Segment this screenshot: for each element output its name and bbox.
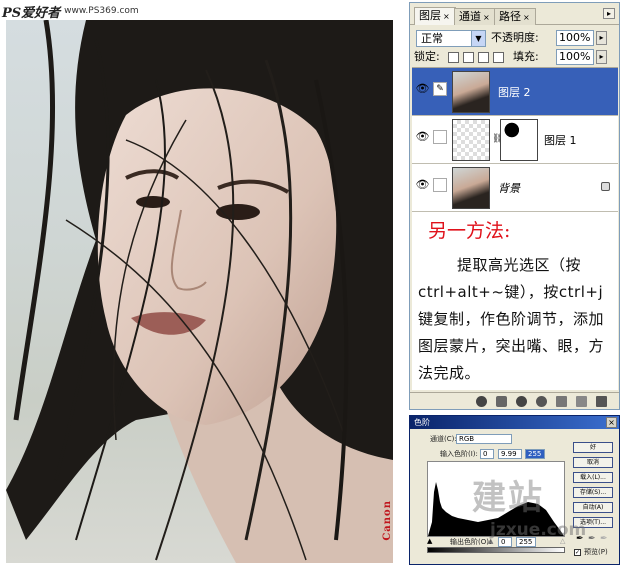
portrait-photo: Canon — [6, 20, 393, 563]
instruction-note: 另一方法: 提取高光选区（按ctrl+alt+~键），按ctrl+j键复制，作色… — [412, 212, 618, 390]
site-logo: PS爱好者 — [2, 5, 61, 21]
close-icon[interactable]: × — [523, 10, 531, 22]
lock-all-icon[interactable] — [493, 52, 504, 63]
input-white[interactable]: 255 — [525, 449, 545, 459]
layer-thumbnail — [452, 71, 490, 113]
input-gamma[interactable]: 9.99 — [498, 449, 522, 459]
output-gradient — [427, 547, 565, 553]
site-mark: PS爱好者 www.PS369.com — [2, 3, 139, 21]
tab-channels-label: 通道 — [459, 10, 481, 23]
tab-paths[interactable]: 路径 × — [494, 8, 536, 25]
blend-mode-select[interactable]: 正常 ▼ — [416, 30, 486, 47]
layer-style-icon[interactable] — [496, 396, 507, 407]
tab-layers[interactable]: 图层 × — [414, 7, 456, 25]
watermark-logo: 建站 — [472, 478, 544, 518]
camera-brand: Canon — [382, 500, 393, 541]
brush-icon: ✎ — [433, 82, 447, 96]
tab-channels[interactable]: 通道 × — [454, 8, 496, 25]
adjustment-layer-icon[interactable] — [536, 396, 547, 407]
lock-label: 锁定: — [414, 50, 440, 63]
watermark-url: jzxue.com — [490, 520, 587, 540]
link-layers-icon[interactable] — [476, 396, 487, 407]
fill-label: 填充: — [513, 50, 539, 63]
layers-panel: 图层 × 通道 × 路径 × ▸ 正常 ▼ 不透明度: 100% ▸ 锁定: 填充: … — [409, 2, 620, 410]
layer-name: 图层 1 — [544, 134, 577, 147]
blend-mode-value: 正常 — [421, 32, 443, 45]
lock-image-icon[interactable] — [463, 52, 474, 63]
input-black[interactable]: 0 — [480, 449, 494, 459]
layer-list: 👁 ✎ 图层 2 👁 ⛓ 图层 1 👁 背景 — [412, 67, 618, 212]
layer-mask-thumbnail[interactable] — [500, 119, 538, 161]
opacity-label: 不透明度: — [491, 31, 539, 44]
layer-name: 背景 — [498, 182, 520, 195]
layer-row-background[interactable]: 👁 背景 — [412, 164, 618, 212]
new-group-icon[interactable] — [556, 396, 567, 407]
layer-name: 图层 2 — [498, 86, 531, 99]
layer-thumbnail — [452, 119, 490, 161]
blend-row: 正常 ▼ 不透明度: 100% ▸ — [410, 28, 619, 48]
output-levels-label: 输出色阶(O): — [450, 538, 492, 546]
add-mask-icon[interactable] — [516, 396, 527, 407]
lock-transparency-icon[interactable] — [448, 52, 459, 63]
save-button[interactable]: 存储(S)... — [573, 487, 613, 498]
preview-label: 预览(P) — [584, 548, 608, 556]
new-layer-icon[interactable] — [576, 396, 587, 407]
panel-tabbar: 图层 × 通道 × 路径 × ▸ — [410, 3, 619, 25]
empty-link-box[interactable] — [433, 178, 447, 192]
panel-menu-button[interactable]: ▸ — [603, 8, 615, 19]
close-icon[interactable]: × — [483, 10, 491, 22]
eyedropper-gray-icon[interactable]: ✒ — [588, 534, 596, 544]
lock-icon — [601, 182, 610, 191]
fill-slider-toggle[interactable]: ▸ — [596, 50, 607, 64]
trash-icon[interactable] — [596, 396, 607, 407]
lock-position-icon[interactable] — [478, 52, 489, 63]
auto-button[interactable]: 自动(A) — [573, 502, 613, 513]
load-button[interactable]: 载入(L)... — [573, 472, 613, 483]
channel-label: 通道(C): — [430, 435, 457, 443]
opacity-slider-toggle[interactable]: ▸ — [596, 31, 607, 45]
ok-button[interactable]: 好 — [573, 442, 613, 453]
empty-link-box[interactable] — [433, 130, 447, 144]
site-url: www.PS369.com — [64, 6, 139, 16]
note-body: 提取高光选区（按ctrl+alt+~键），按ctrl+j键复制，作色阶调节，添加… — [418, 256, 605, 382]
preview-checkbox[interactable]: ✓ — [574, 549, 581, 556]
layer-row-2[interactable]: 👁 ✎ 图层 2 — [412, 68, 618, 116]
layer-thumbnail — [452, 167, 490, 209]
dialog-titlebar: 色阶 × — [410, 416, 619, 429]
cancel-button[interactable]: 取消 — [573, 457, 613, 468]
chevron-down-icon: ▼ — [471, 31, 485, 46]
eye-icon[interactable]: 👁 — [415, 178, 430, 192]
close-icon[interactable]: × — [443, 9, 451, 21]
eye-icon[interactable]: 👁 — [415, 82, 430, 96]
dialog-title: 色阶 — [414, 418, 430, 427]
fill-input[interactable]: 100% — [556, 49, 594, 65]
layer-row-1[interactable]: 👁 ⛓ 图层 1 — [412, 116, 618, 164]
eyedropper-white-icon[interactable]: ✒ — [600, 534, 608, 544]
black-point-slider[interactable]: ▲ — [427, 537, 432, 545]
input-levels-label: 输入色阶(I): — [440, 450, 478, 458]
opacity-input[interactable]: 100% — [556, 30, 594, 46]
eye-icon[interactable]: 👁 — [415, 130, 430, 144]
panel-toolbar — [410, 392, 619, 409]
channel-select[interactable]: RGB — [456, 434, 512, 444]
tab-layers-label: 图层 — [419, 9, 441, 22]
portrait-illustration — [6, 20, 393, 563]
note-heading: 另一方法: — [428, 220, 511, 242]
close-icon[interactable]: × — [606, 417, 617, 428]
tab-paths-label: 路径 — [499, 10, 521, 23]
